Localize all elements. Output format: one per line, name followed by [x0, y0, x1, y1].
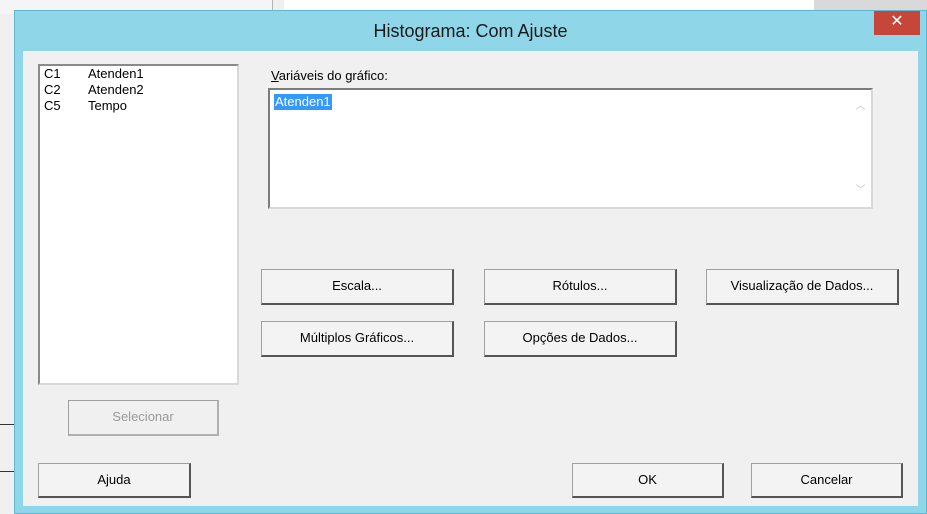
- close-icon: ✕: [890, 13, 904, 30]
- data-view-button-label: Visualização de Dados...: [730, 278, 874, 293]
- dialog-body: C1 Atenden1 C2 Atenden2 C5 Tempo Variáve…: [23, 51, 918, 506]
- data-options-button[interactable]: Opções de Dados...: [484, 321, 677, 357]
- multiple-graphs-button-label: Múltiplos Gráficos...: [299, 330, 415, 345]
- scale-button[interactable]: Escala...: [261, 269, 454, 305]
- select-button-label: Selecionar: [112, 409, 174, 424]
- variable-item-c1[interactable]: C1 Atenden1: [40, 66, 237, 82]
- graph-variables-label-accesskey: V: [271, 68, 279, 83]
- background-button-fragment: [0, 424, 15, 472]
- variable-column-id: C5: [44, 98, 61, 113]
- data-options-button-label: Opções de Dados...: [522, 330, 638, 345]
- graph-variables-label: Variáveis do gráfico:: [271, 68, 388, 83]
- graph-variables-value: Atenden1: [274, 94, 332, 110]
- ok-button[interactable]: OK: [572, 463, 724, 498]
- variable-name: Atenden1: [88, 66, 144, 81]
- cancel-button[interactable]: Cancelar: [751, 463, 903, 498]
- graph-variables-label-text: ariáveis do gráfico:: [278, 68, 388, 83]
- labels-button-label: Rótulos...: [552, 278, 608, 293]
- variable-column-id: C2: [44, 82, 61, 97]
- help-button[interactable]: Ajuda: [38, 463, 191, 498]
- multiple-graphs-button[interactable]: Múltiplos Gráficos...: [261, 321, 454, 357]
- histogram-fit-dialog: Histograma: Com Ajuste ✕ C1 Atenden1 C2 …: [14, 10, 927, 514]
- cancel-button-label: Cancelar: [800, 472, 853, 487]
- ok-button-label: OK: [638, 472, 657, 487]
- chevron-up-icon[interactable]: ︿: [852, 98, 869, 115]
- select-button[interactable]: Selecionar: [68, 400, 219, 436]
- variable-list[interactable]: C1 Atenden1 C2 Atenden2 C5 Tempo: [38, 64, 239, 385]
- graph-variables-input[interactable]: Atenden1 ︿ ﹀: [268, 88, 873, 209]
- scale-button-label: Escala...: [332, 278, 382, 293]
- data-view-button[interactable]: Visualização de Dados...: [706, 269, 899, 305]
- variable-item-c2[interactable]: C2 Atenden2: [40, 82, 237, 98]
- variable-item-c5[interactable]: C5 Tempo: [40, 98, 237, 114]
- variable-name: Atenden2: [88, 82, 144, 97]
- labels-button[interactable]: Rótulos...: [484, 269, 677, 305]
- chevron-down-icon[interactable]: ﹀: [852, 182, 869, 199]
- dialog-title: Histograma: Com Ajuste: [373, 21, 568, 41]
- close-button[interactable]: ✕: [874, 11, 920, 35]
- variable-column-id: C1: [44, 66, 61, 81]
- title-bar[interactable]: Histograma: Com Ajuste ✕: [15, 11, 926, 51]
- help-button-label: Ajuda: [97, 472, 131, 487]
- graph-variables-scrollbar[interactable]: ︿ ﹀: [852, 92, 869, 205]
- variable-name: Tempo: [88, 98, 128, 113]
